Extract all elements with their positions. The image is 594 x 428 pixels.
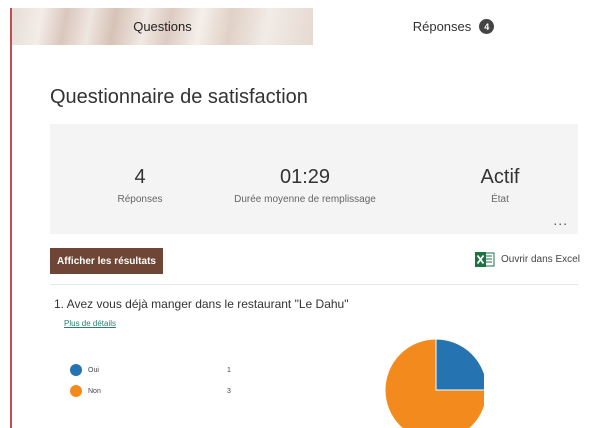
more-details-link[interactable]: Plus de détails [64,319,116,328]
question-title: 1. Avez vous déjà manger dans le restaur… [54,297,349,311]
legend-label: Non [88,387,101,395]
tab-questions-label: Questions [133,19,192,34]
summary-panel: 4 Réponses 01:29 Durée moyenne de rempli… [50,124,578,234]
legend-swatch-non [70,385,82,397]
tab-bar: Questions Réponses 4 [12,8,594,45]
show-results-button[interactable]: Afficher les résultats [50,248,163,274]
stat-status-value: Actif [480,166,520,188]
stat-duration-value: 01:29 [279,166,331,188]
more-options-icon[interactable]: ... [553,212,568,228]
legend-item: Non 3 [70,385,231,397]
open-in-excel-label: Ouvrir dans Excel [501,254,580,265]
stat-duration-label: Durée moyenne de remplissage [234,194,376,205]
divider [50,284,578,285]
legend-label: Oui [88,366,99,374]
stat-status: Actif État [450,166,550,205]
stat-responses-value: 4 [134,166,146,188]
responses-count-badge: 4 [479,19,495,34]
tab-questions[interactable]: Questions [12,8,313,45]
open-in-excel-link[interactable]: Ouvrir dans Excel [475,252,580,267]
legend-count: 3 [227,387,231,395]
form-title: Questionnaire de satisfaction [50,86,308,108]
legend-count: 1 [227,366,231,374]
tab-reponses-label: Réponses [412,19,472,34]
pie-slice-oui [435,338,484,391]
stat-responses-label: Réponses [117,194,163,205]
stat-status-label: État [491,194,509,205]
stat-duration: 01:29 Durée moyenne de remplissage [215,166,395,205]
stat-responses: 4 Réponses [90,166,190,205]
legend-swatch-oui [70,364,82,376]
form-page: Questions Réponses 4 Questionnaire de sa… [10,8,594,428]
excel-icon [475,252,495,267]
tab-reponses[interactable]: Réponses 4 [313,8,594,45]
pie-chart [384,338,484,428]
legend-item: Oui 1 [70,364,231,376]
